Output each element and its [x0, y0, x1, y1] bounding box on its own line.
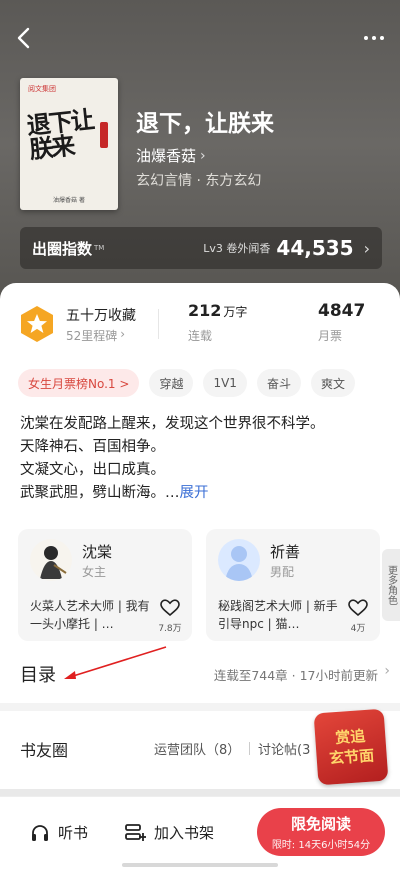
- bookshelf-icon: [125, 823, 146, 841]
- synopsis-last-line: 武聚武胆，劈山断海。…: [20, 485, 180, 501]
- listen-label: 听书: [58, 824, 89, 842]
- index-score: 44,535: [276, 236, 354, 260]
- character-name: 祈善: [270, 543, 301, 561]
- index-rank: Lv3 卷外闻香: [203, 242, 271, 255]
- heart-icon[interactable]: [348, 599, 368, 617]
- monthly-ticket-label: 月票: [318, 329, 343, 343]
- character-list: 沈棠 女主 火菜人艺术大师 | 我有一头小摩托 | … 7.8万 祈善 男配 秘…: [18, 529, 400, 641]
- synopsis-line: 沈棠在发配路上醒来，发现这个世界很不科学。: [20, 416, 325, 432]
- toc-update-info: 连载至744章 · 17小时前更新: [213, 668, 378, 683]
- read-button-label: 限免阅读: [290, 815, 351, 833]
- author-name: 油爆香菇: [136, 147, 197, 165]
- tag-item[interactable]: 奋斗: [256, 369, 301, 397]
- tab-discussions[interactable]: 讨论帖(3: [258, 739, 310, 758]
- chevron-right-icon: ›: [200, 147, 206, 164]
- book-cover[interactable]: 阅文集团 退下让朕来 油爆香菇 著: [20, 78, 118, 210]
- word-count: 212 万字: [188, 301, 247, 320]
- tag-item[interactable]: 爽文: [310, 369, 355, 397]
- tab-operations-team[interactable]: 运营团队（8）: [154, 739, 240, 758]
- tag-rank[interactable]: 女生月票榜No.1 >: [18, 369, 140, 397]
- monthly-ticket-count: 4847: [318, 301, 366, 321]
- milestone-link[interactable]: 52里程碑 ›: [66, 327, 125, 344]
- friends-title: 书友圈: [20, 741, 69, 760]
- headphones-icon: [32, 824, 48, 841]
- expand-link[interactable]: 展开: [180, 485, 209, 501]
- more-roles-button[interactable]: 更多角色: [382, 549, 400, 621]
- collect-count: 五十万收藏: [66, 308, 136, 324]
- chevron-right-icon: ›: [384, 663, 390, 679]
- tag-list: 女生月票榜No.1 > 穿越 1V1 奋斗 爽文: [18, 369, 398, 397]
- word-count-unit: 万字: [223, 305, 248, 319]
- more-dot-icon: [372, 36, 376, 40]
- star-badge-icon: [21, 306, 53, 342]
- back-arrow-icon: [17, 27, 30, 49]
- back-button[interactable]: [10, 22, 38, 54]
- character-card[interactable]: 祈善 男配 秘践阁艺术大师 | 新手引导npc | 猫… 4万: [206, 529, 380, 641]
- avatar: [218, 539, 260, 581]
- top-bar: [0, 18, 400, 58]
- word-count-value: 212: [188, 301, 222, 320]
- cover-author: 油爆香菇 著: [53, 197, 85, 204]
- popularity-index-card[interactable]: 出圈指数 TM Lv3 卷外闻香 44,535 ›: [20, 227, 382, 269]
- index-tm: TM: [94, 244, 105, 252]
- cover-seal: [100, 122, 108, 148]
- more-dot-icon: [380, 36, 384, 40]
- stats-row: 五十万收藏 52里程碑 › 212 万字 连载 4847 月票: [0, 301, 400, 351]
- chevron-right-icon: ›: [120, 327, 126, 341]
- milestone-text: 52里程碑: [66, 329, 118, 343]
- more-options-button[interactable]: [358, 24, 390, 52]
- synopsis-line: 武聚武胆，劈山断海。…展开: [20, 482, 385, 505]
- book-genre: 玄幻言情 · 东方玄幻: [136, 173, 262, 189]
- like-count: 4万: [350, 624, 366, 634]
- character-card[interactable]: 沈棠 女主 火菜人艺术大师 | 我有一头小摩托 | … 7.8万: [18, 529, 192, 641]
- book-hero: 阅文集团 退下让朕来 油爆香菇 著 退下，让朕来 油爆香菇 › 玄幻言情 · 东…: [0, 0, 400, 320]
- synopsis-line: 文凝文心，出口成真。: [20, 462, 165, 478]
- divider: [158, 309, 159, 339]
- synopsis: 沈棠在发配路上醒来，发现这个世界很不科学。 天降神石、百国相争。 文凝文心，出口…: [20, 413, 385, 505]
- serial-status: 连载: [188, 329, 213, 343]
- book-info-card: 五十万收藏 52里程碑 › 212 万字 连载 4847 月票 女生月票榜No.1…: [0, 283, 400, 703]
- free-read-button[interactable]: 限免阅读 限时: 14天6小时54分: [257, 808, 385, 856]
- toc-label: 目录: [20, 665, 56, 686]
- author-link[interactable]: 油爆香菇 ›: [136, 145, 206, 166]
- cover-publisher: 阅文集团: [28, 85, 56, 93]
- add-to-shelf-button[interactable]: 加入书架: [124, 822, 214, 843]
- character-role: 男配: [270, 565, 295, 579]
- avatar: [30, 539, 72, 581]
- character-desc: 火菜人艺术大师 | 我有一头小摩托 | …: [30, 599, 150, 631]
- promo-line: 玄节面: [328, 746, 375, 768]
- synopsis-line: 天降神石、百国相争。: [20, 439, 165, 455]
- home-indicator: [122, 863, 278, 867]
- character-role: 女主: [82, 565, 107, 579]
- promo-line: 赏追: [334, 726, 366, 748]
- add-shelf-label: 加入书架: [154, 824, 215, 842]
- bottom-action-bar: 听书 加入书架 限免阅读 限时: 14天6小时54分: [0, 796, 400, 881]
- character-name: 沈棠: [82, 543, 113, 561]
- listen-button[interactable]: 听书: [30, 822, 88, 843]
- heart-icon[interactable]: [160, 599, 180, 617]
- like-count: 7.8万: [158, 624, 182, 634]
- more-dot-icon: [364, 36, 368, 40]
- tag-item[interactable]: 穿越: [149, 369, 194, 397]
- annotation-arrow-icon: [64, 646, 167, 679]
- tag-item[interactable]: 1V1: [203, 369, 247, 397]
- read-button-timer: 限时: 14天6小时54分: [271, 840, 371, 851]
- promo-badge[interactable]: 赏追 玄节面: [313, 708, 389, 786]
- index-label: 出圈指数: [32, 239, 93, 258]
- book-friends-section: 书友圈 运营团队（8） 讨论帖(3 赏追 玄节面: [0, 708, 400, 801]
- chevron-right-icon: ›: [363, 238, 370, 258]
- book-title: 退下，让朕来: [136, 111, 274, 137]
- character-desc: 秘践阁艺术大师 | 新手引导npc | 猫…: [218, 599, 338, 631]
- divider: [249, 742, 250, 755]
